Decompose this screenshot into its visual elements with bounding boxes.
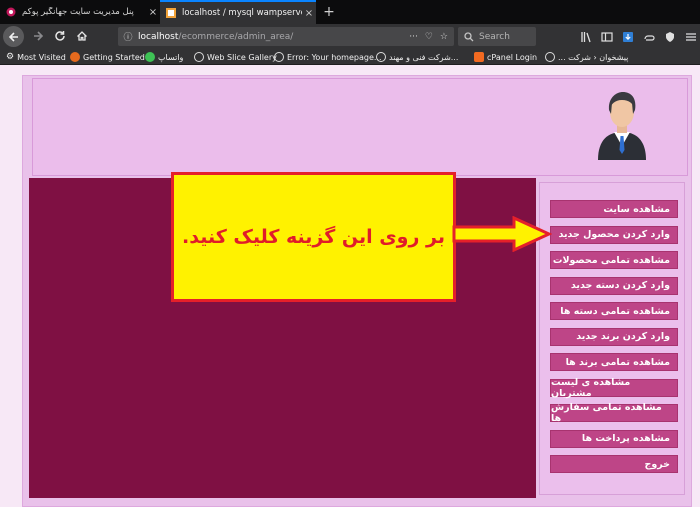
url-host: localhost <box>138 31 179 42</box>
menu-item-view-orders[interactable]: مشاهده تمامی سفارش ها <box>550 402 678 424</box>
bookmark-company[interactable]: شرکت فنی و مهند... <box>376 49 458 65</box>
back-arrow-icon <box>8 31 18 42</box>
bookmark-whatsapp[interactable]: واتساپ <box>145 49 183 65</box>
search-icon <box>464 31 474 41</box>
gear-icon: ⚙ <box>6 52 15 62</box>
menu-item-view-products[interactable]: مشاهده تمامی محصولات <box>550 251 678 269</box>
bookmark-web-slice-gallery[interactable]: Web Slice Gallery <box>194 49 277 65</box>
cpanel-icon <box>474 52 484 62</box>
menu-item-view-site[interactable]: مشاهده سایت <box>550 200 678 218</box>
bookmark-label: واتساپ <box>158 52 184 62</box>
url-actions: ··· ♡ ☆ <box>409 27 448 46</box>
download-icon[interactable] <box>622 31 634 43</box>
site-favicon <box>6 7 16 17</box>
whatsapp-icon <box>145 52 155 62</box>
tab-phpmyadmin[interactable]: localhost / mysql wampserver | php × <box>160 0 316 24</box>
globe-icon <box>545 52 555 62</box>
menu-item-logout[interactable]: خروج <box>550 455 678 473</box>
tab-admin-panel[interactable]: پنل مدیریت سایت جهانگیر پوکم × <box>0 0 160 24</box>
bookmark-getting-started[interactable]: Getting Started <box>70 49 145 65</box>
wamp-favicon <box>166 8 176 18</box>
callout-text: بر روی این گزینه کلیک کنید. <box>182 226 445 248</box>
tab-bar: پنل مدیریت سایت جهانگیر پوکم × localhost… <box>0 0 700 24</box>
firefox-icon <box>70 52 80 62</box>
home-button[interactable] <box>72 26 92 46</box>
back-button[interactable] <box>3 26 24 47</box>
bookmark-star-icon[interactable]: ☆ <box>440 32 448 42</box>
menu-item-add-category[interactable]: وارد کردن دسته جدید <box>550 276 678 295</box>
library-icon[interactable] <box>580 31 592 43</box>
sidebar-icon[interactable] <box>601 31 613 43</box>
address-bar[interactable]: ⓘ localhost/ecommerce/admin_area/ ··· ♡ … <box>118 27 454 46</box>
menu-item-view-brands[interactable]: مشاهده تمامی برند ها <box>550 353 678 371</box>
url-path: /ecommerce/admin_area/ <box>178 31 294 42</box>
pointer-arrow-icon <box>452 216 552 252</box>
reload-icon <box>55 31 65 41</box>
bookmark-dashboard[interactable]: پیشخوان ‹ شرکت ... <box>545 49 628 65</box>
pocket-icon[interactable]: ♡ <box>425 32 433 42</box>
nav-bar: ⓘ localhost/ecommerce/admin_area/ ··· ♡ … <box>0 24 700 49</box>
forward-arrow-icon <box>34 31 44 41</box>
admin-avatar <box>598 92 646 160</box>
vpn-icon[interactable] <box>664 31 676 43</box>
menu-item-add-brand[interactable]: وارد کردن برند جدید <box>550 327 678 346</box>
menu-item-add-product[interactable]: وارد کردن محصول جدید <box>550 225 678 244</box>
tab-title: پنل مدیریت سایت جهانگیر پوکم <box>22 7 134 17</box>
search-box[interactable]: Search <box>458 27 536 46</box>
tab-close-icon[interactable]: × <box>146 7 160 18</box>
extension-icon[interactable] <box>643 31 655 43</box>
globe-icon <box>194 52 204 62</box>
info-icon[interactable]: ⓘ <box>118 30 138 43</box>
bookmark-label: cPanel Login <box>487 52 538 62</box>
bookmarks-bar: ⚙ Most Visited Getting Started واتساپ We… <box>0 49 700 65</box>
menu-item-view-customers[interactable]: مشاهده ی لیست مشتریان <box>550 377 678 399</box>
bookmark-label: شرکت فنی و مهند... <box>389 52 459 62</box>
header-panel <box>32 78 688 176</box>
home-icon <box>77 31 87 41</box>
globe-icon <box>274 52 284 62</box>
globe-icon <box>376 52 386 62</box>
menu-item-view-payments[interactable]: مشاهده پرداخت ها <box>550 429 678 448</box>
menu-item-view-categories[interactable]: مشاهده تمامی دسته ها <box>550 302 678 320</box>
search-placeholder: Search <box>479 31 510 42</box>
bookmark-label: Web Slice Gallery <box>207 52 277 62</box>
bookmark-error-homepage[interactable]: Error: Your homepage... <box>274 49 382 65</box>
instruction-callout: بر روی این گزینه کلیک کنید. <box>171 172 456 302</box>
forward-button[interactable] <box>28 26 48 46</box>
new-tab-button[interactable]: + <box>320 2 338 22</box>
tab-title: localhost / mysql wampserver | php <box>182 8 302 18</box>
bookmark-cpanel[interactable]: cPanel Login <box>474 49 537 65</box>
bookmark-label: Most Visited <box>17 52 66 62</box>
toolbar-icons <box>580 26 697 47</box>
bookmark-label: Getting Started <box>83 52 145 62</box>
tab-close-icon[interactable]: × <box>302 8 316 19</box>
bookmark-label: Error: Your homepage... <box>287 52 382 62</box>
menu-icon[interactable] <box>685 31 697 43</box>
bookmark-most-visited[interactable]: ⚙ Most Visited <box>6 49 66 65</box>
page-actions-icon[interactable]: ··· <box>409 32 418 42</box>
bookmark-label: پیشخوان ‹ شرکت ... <box>558 52 629 62</box>
page-content: مشاهده سایت وارد کردن محصول جدید مشاهده … <box>0 66 700 507</box>
reload-button[interactable] <box>50 26 70 46</box>
